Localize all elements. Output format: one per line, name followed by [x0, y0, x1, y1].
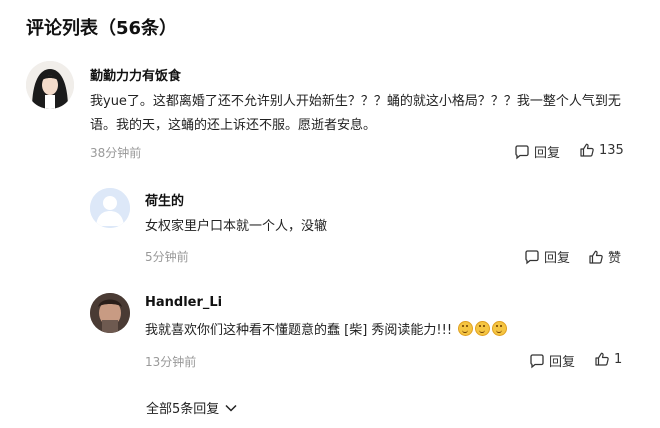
like-count: 135	[599, 142, 624, 158]
reply-button[interactable]: 回复	[514, 142, 560, 161]
comment-time: 13分钟前	[145, 355, 197, 369]
expand-replies-label: 全部5条回复	[146, 402, 220, 417]
comment-author[interactable]: 勤勤力力有饭食	[90, 65, 181, 84]
reply-label: 回复	[549, 355, 576, 370]
comment-time: 38分钟前	[90, 146, 142, 160]
avatar-image	[90, 293, 130, 333]
like-button[interactable]: 赞	[588, 247, 621, 266]
comment-time: 5分钟前	[145, 250, 189, 264]
default-avatar-icon	[90, 188, 130, 228]
comment-text: 我就喜欢你们这种看不懂题意的蠢 [柴] 秀阅读能力!!!	[145, 319, 625, 343]
emoji-icon	[475, 321, 491, 336]
like-button[interactable]: 135	[579, 142, 624, 158]
like-count: 1	[614, 351, 623, 367]
comment-bubble-icon	[530, 353, 544, 368]
comment-text: 女权家里户口本就一个人，没辙	[145, 219, 328, 234]
avatar[interactable]	[26, 61, 74, 109]
thumbs-up-icon	[589, 250, 603, 264]
like-button[interactable]: 1	[594, 351, 622, 367]
expand-replies-button[interactable]: 全部5条回复	[146, 398, 237, 417]
like-label: 赞	[608, 251, 622, 266]
thumbs-up-icon	[595, 352, 609, 366]
comment-bubble-icon	[525, 249, 539, 264]
page-title: 评论列表（56条）	[26, 18, 178, 39]
comment-text: 我yue了。这都离婚了还不允许别人开始新生？？？蛹的就这小格局？？？我一整个人气…	[90, 94, 621, 133]
avatar[interactable]	[90, 293, 130, 333]
reply-button[interactable]: 回复	[529, 351, 575, 370]
emoji-icon	[492, 321, 508, 336]
comment-author[interactable]: 荷生的	[145, 190, 184, 209]
comment-author[interactable]: Handler_Li	[145, 295, 222, 310]
avatar-image	[26, 61, 74, 109]
thumbs-up-icon	[580, 143, 594, 157]
avatar[interactable]	[90, 188, 130, 228]
reply-label: 回复	[544, 251, 571, 266]
reply-label: 回复	[534, 146, 561, 161]
chevron-down-icon	[225, 404, 237, 412]
comment-text-body: 我就喜欢你们这种看不懂题意的蠢 [柴] 秀阅读能力!!!	[145, 323, 453, 338]
emoji-icon	[458, 321, 474, 336]
comment-bubble-icon	[515, 144, 529, 159]
reply-button[interactable]: 回复	[524, 247, 570, 266]
